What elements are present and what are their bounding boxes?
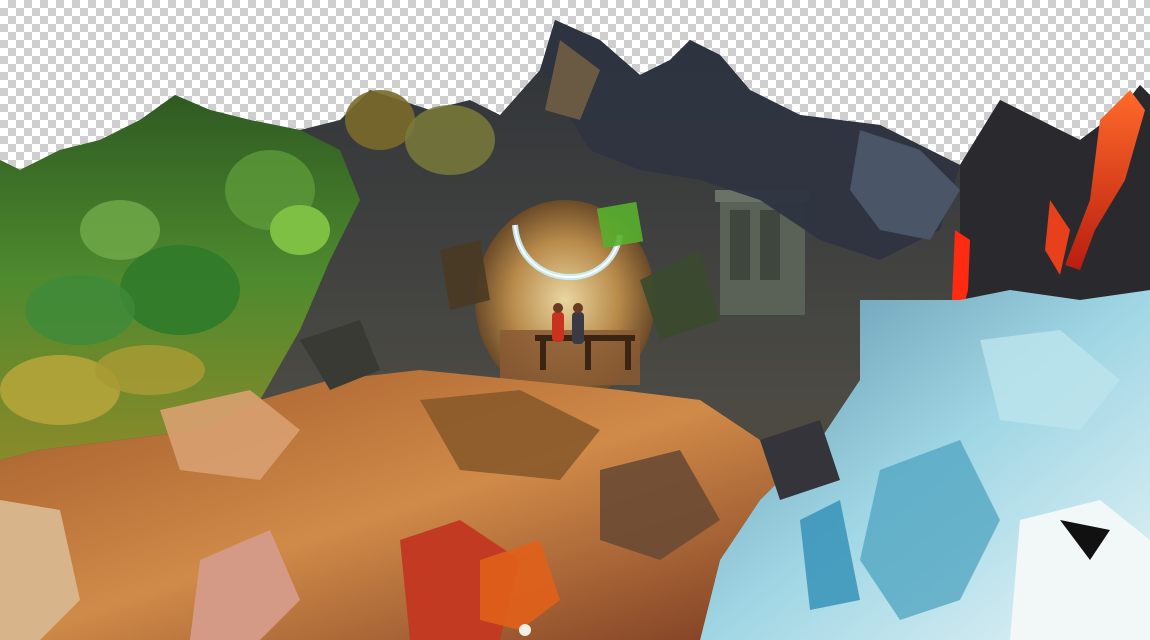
collage-canvas	[0, 0, 1150, 640]
central-portal-scene	[475, 200, 655, 400]
volcanic-lava-region	[952, 85, 1150, 320]
landscape-collage	[0, 20, 1150, 640]
